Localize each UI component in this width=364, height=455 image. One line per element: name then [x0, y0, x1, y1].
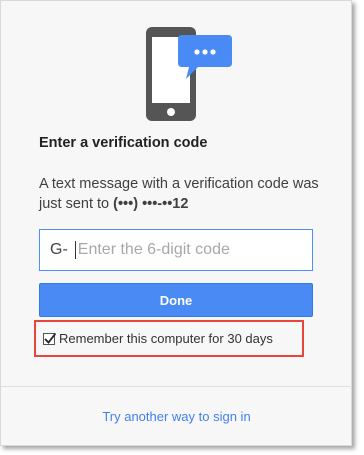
- verification-card: Enter a verification code A text message…: [0, 0, 352, 446]
- text-caret: [74, 241, 76, 259]
- sent-message: A text message with a verification code …: [39, 174, 329, 214]
- page-title: Enter a verification code: [39, 135, 208, 151]
- done-button[interactable]: Done: [39, 283, 313, 317]
- divider: [1, 386, 352, 387]
- phone-with-message-bubble-icon: [146, 27, 232, 121]
- remember-label: Remember this computer for 30 days: [59, 331, 273, 346]
- remember-computer-option[interactable]: Remember this computer for 30 days: [43, 331, 273, 346]
- checkmark-icon: [44, 332, 57, 344]
- verification-code-field[interactable]: G-: [39, 229, 313, 271]
- code-prefix: G-: [50, 241, 68, 258]
- masked-phone-number: (•••) •••-••12: [113, 196, 189, 212]
- verification-code-input[interactable]: [77, 241, 278, 259]
- try-another-way-link[interactable]: Try another way to sign in: [1, 409, 352, 424]
- remember-checkbox[interactable]: [43, 332, 57, 345]
